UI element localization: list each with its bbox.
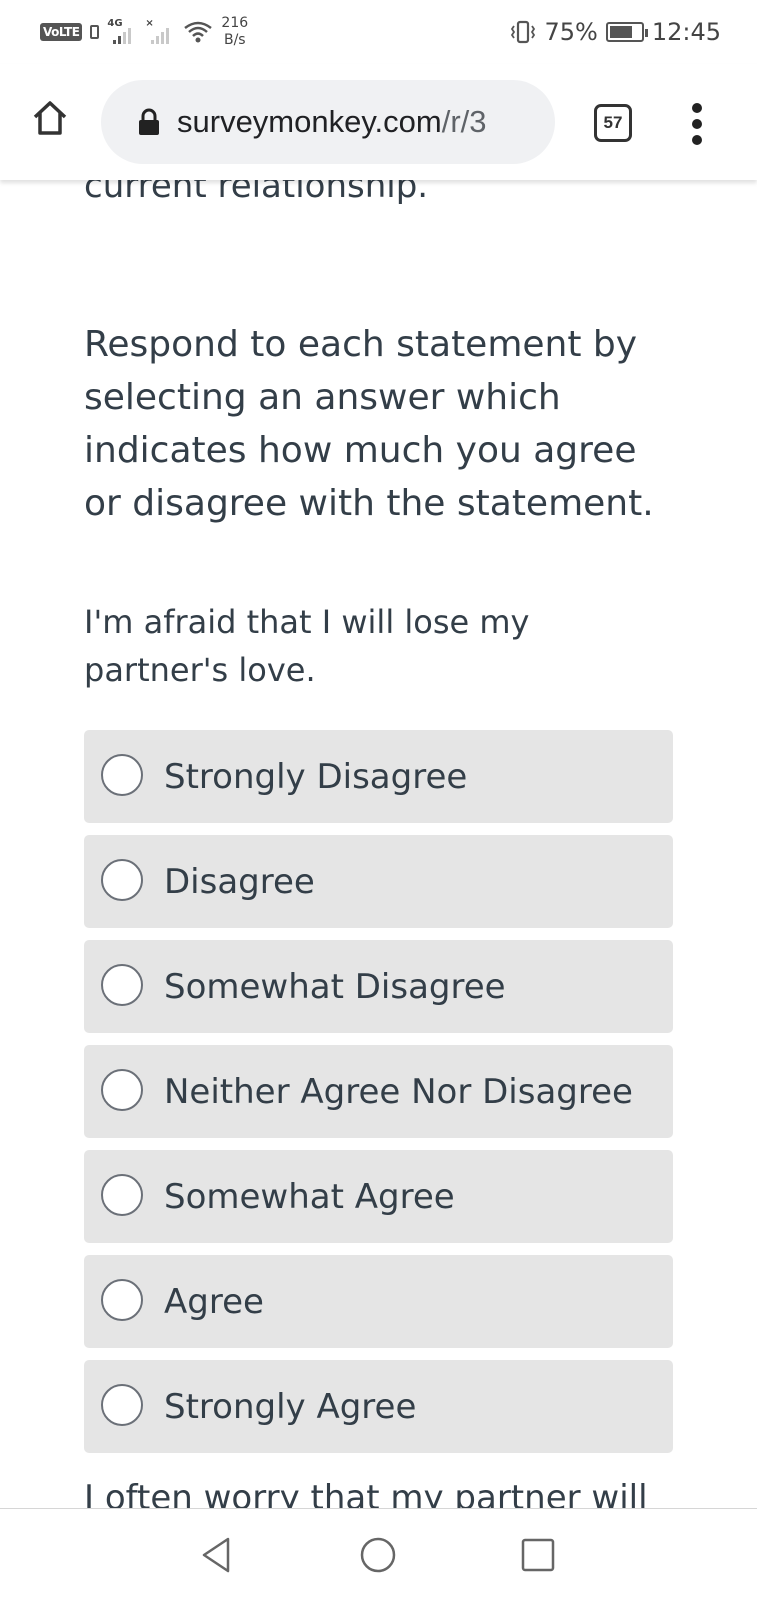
- status-left: VoLTE 4G × 216 B/s: [40, 14, 248, 50]
- square-recents-icon: [521, 1538, 555, 1572]
- battery-icon: [605, 22, 648, 42]
- lock-icon: [139, 108, 159, 135]
- status-bar: VoLTE 4G × 216 B/s 75% 12:45: [0, 0, 757, 64]
- volte-badge: VoLTE: [40, 23, 83, 41]
- option-label: Neither Agree Nor Disagree: [164, 1071, 633, 1112]
- system-nav-bar: [0, 1508, 757, 1600]
- option-disagree[interactable]: Disagree: [84, 835, 673, 928]
- next-question-title: I often worry that my partner will: [84, 1478, 648, 1508]
- home-nav-button[interactable]: [356, 1533, 400, 1577]
- option-label: Strongly Disagree: [164, 756, 468, 797]
- radio-button[interactable]: [101, 754, 143, 796]
- option-agree[interactable]: Agree: [84, 1255, 673, 1348]
- option-label: Somewhat Disagree: [164, 966, 506, 1007]
- home-button[interactable]: [28, 96, 72, 140]
- sim-icon: [90, 25, 100, 39]
- back-button[interactable]: [194, 1533, 238, 1577]
- url-text: surveymonkey.com/r/3: [177, 104, 487, 139]
- radio-button[interactable]: [101, 1384, 143, 1426]
- option-label: Agree: [164, 1281, 264, 1322]
- radio-button[interactable]: [101, 1174, 143, 1216]
- back-icon: [202, 1537, 230, 1573]
- option-label: Strongly Agree: [164, 1386, 417, 1427]
- home-icon: [33, 101, 67, 135]
- option-strongly-disagree[interactable]: Strongly Disagree: [84, 730, 673, 823]
- answer-options: Strongly Disagree Disagree Somewhat Disa…: [84, 730, 673, 1465]
- option-neither[interactable]: Neither Agree Nor Disagree: [84, 1045, 673, 1138]
- option-label: Somewhat Agree: [164, 1176, 455, 1217]
- radio-button[interactable]: [101, 859, 143, 901]
- overflow-menu-button[interactable]: [682, 100, 712, 148]
- radio-button[interactable]: [101, 1069, 143, 1111]
- radio-button[interactable]: [101, 964, 143, 1006]
- tab-switcher-button[interactable]: 57: [594, 104, 632, 142]
- recents-button[interactable]: [516, 1533, 560, 1577]
- vibrate-icon: [511, 20, 536, 44]
- option-somewhat-agree[interactable]: Somewhat Agree: [84, 1150, 673, 1243]
- clock: 12:45: [651, 18, 721, 46]
- network-speed: 216 B/s: [221, 15, 249, 48]
- radio-button[interactable]: [101, 1279, 143, 1321]
- wifi-icon: [184, 21, 213, 43]
- signal-secondary-icon: ×: [145, 18, 175, 46]
- battery-percent: 75%: [544, 18, 598, 46]
- signal-icon: 4G: [107, 18, 137, 46]
- more-vert-icon: [692, 103, 702, 113]
- option-label: Disagree: [164, 861, 315, 902]
- status-right: 75% 12:45: [510, 18, 721, 46]
- option-somewhat-disagree[interactable]: Somewhat Disagree: [84, 940, 673, 1033]
- option-strongly-agree[interactable]: Strongly Agree: [84, 1360, 673, 1453]
- tab-count: 57: [603, 113, 623, 132]
- question-title: I'm afraid that I will lose my partner's…: [84, 603, 530, 689]
- circle-home-icon: [360, 1537, 396, 1573]
- survey-instructions: Respond to each statement by selecting a…: [84, 324, 654, 524]
- browser-toolbar: surveymonkey.com/r/3 57: [0, 64, 757, 180]
- address-bar[interactable]: surveymonkey.com/r/3: [101, 80, 555, 164]
- survey-page: current relationship. Respond to each st…: [0, 150, 757, 1508]
